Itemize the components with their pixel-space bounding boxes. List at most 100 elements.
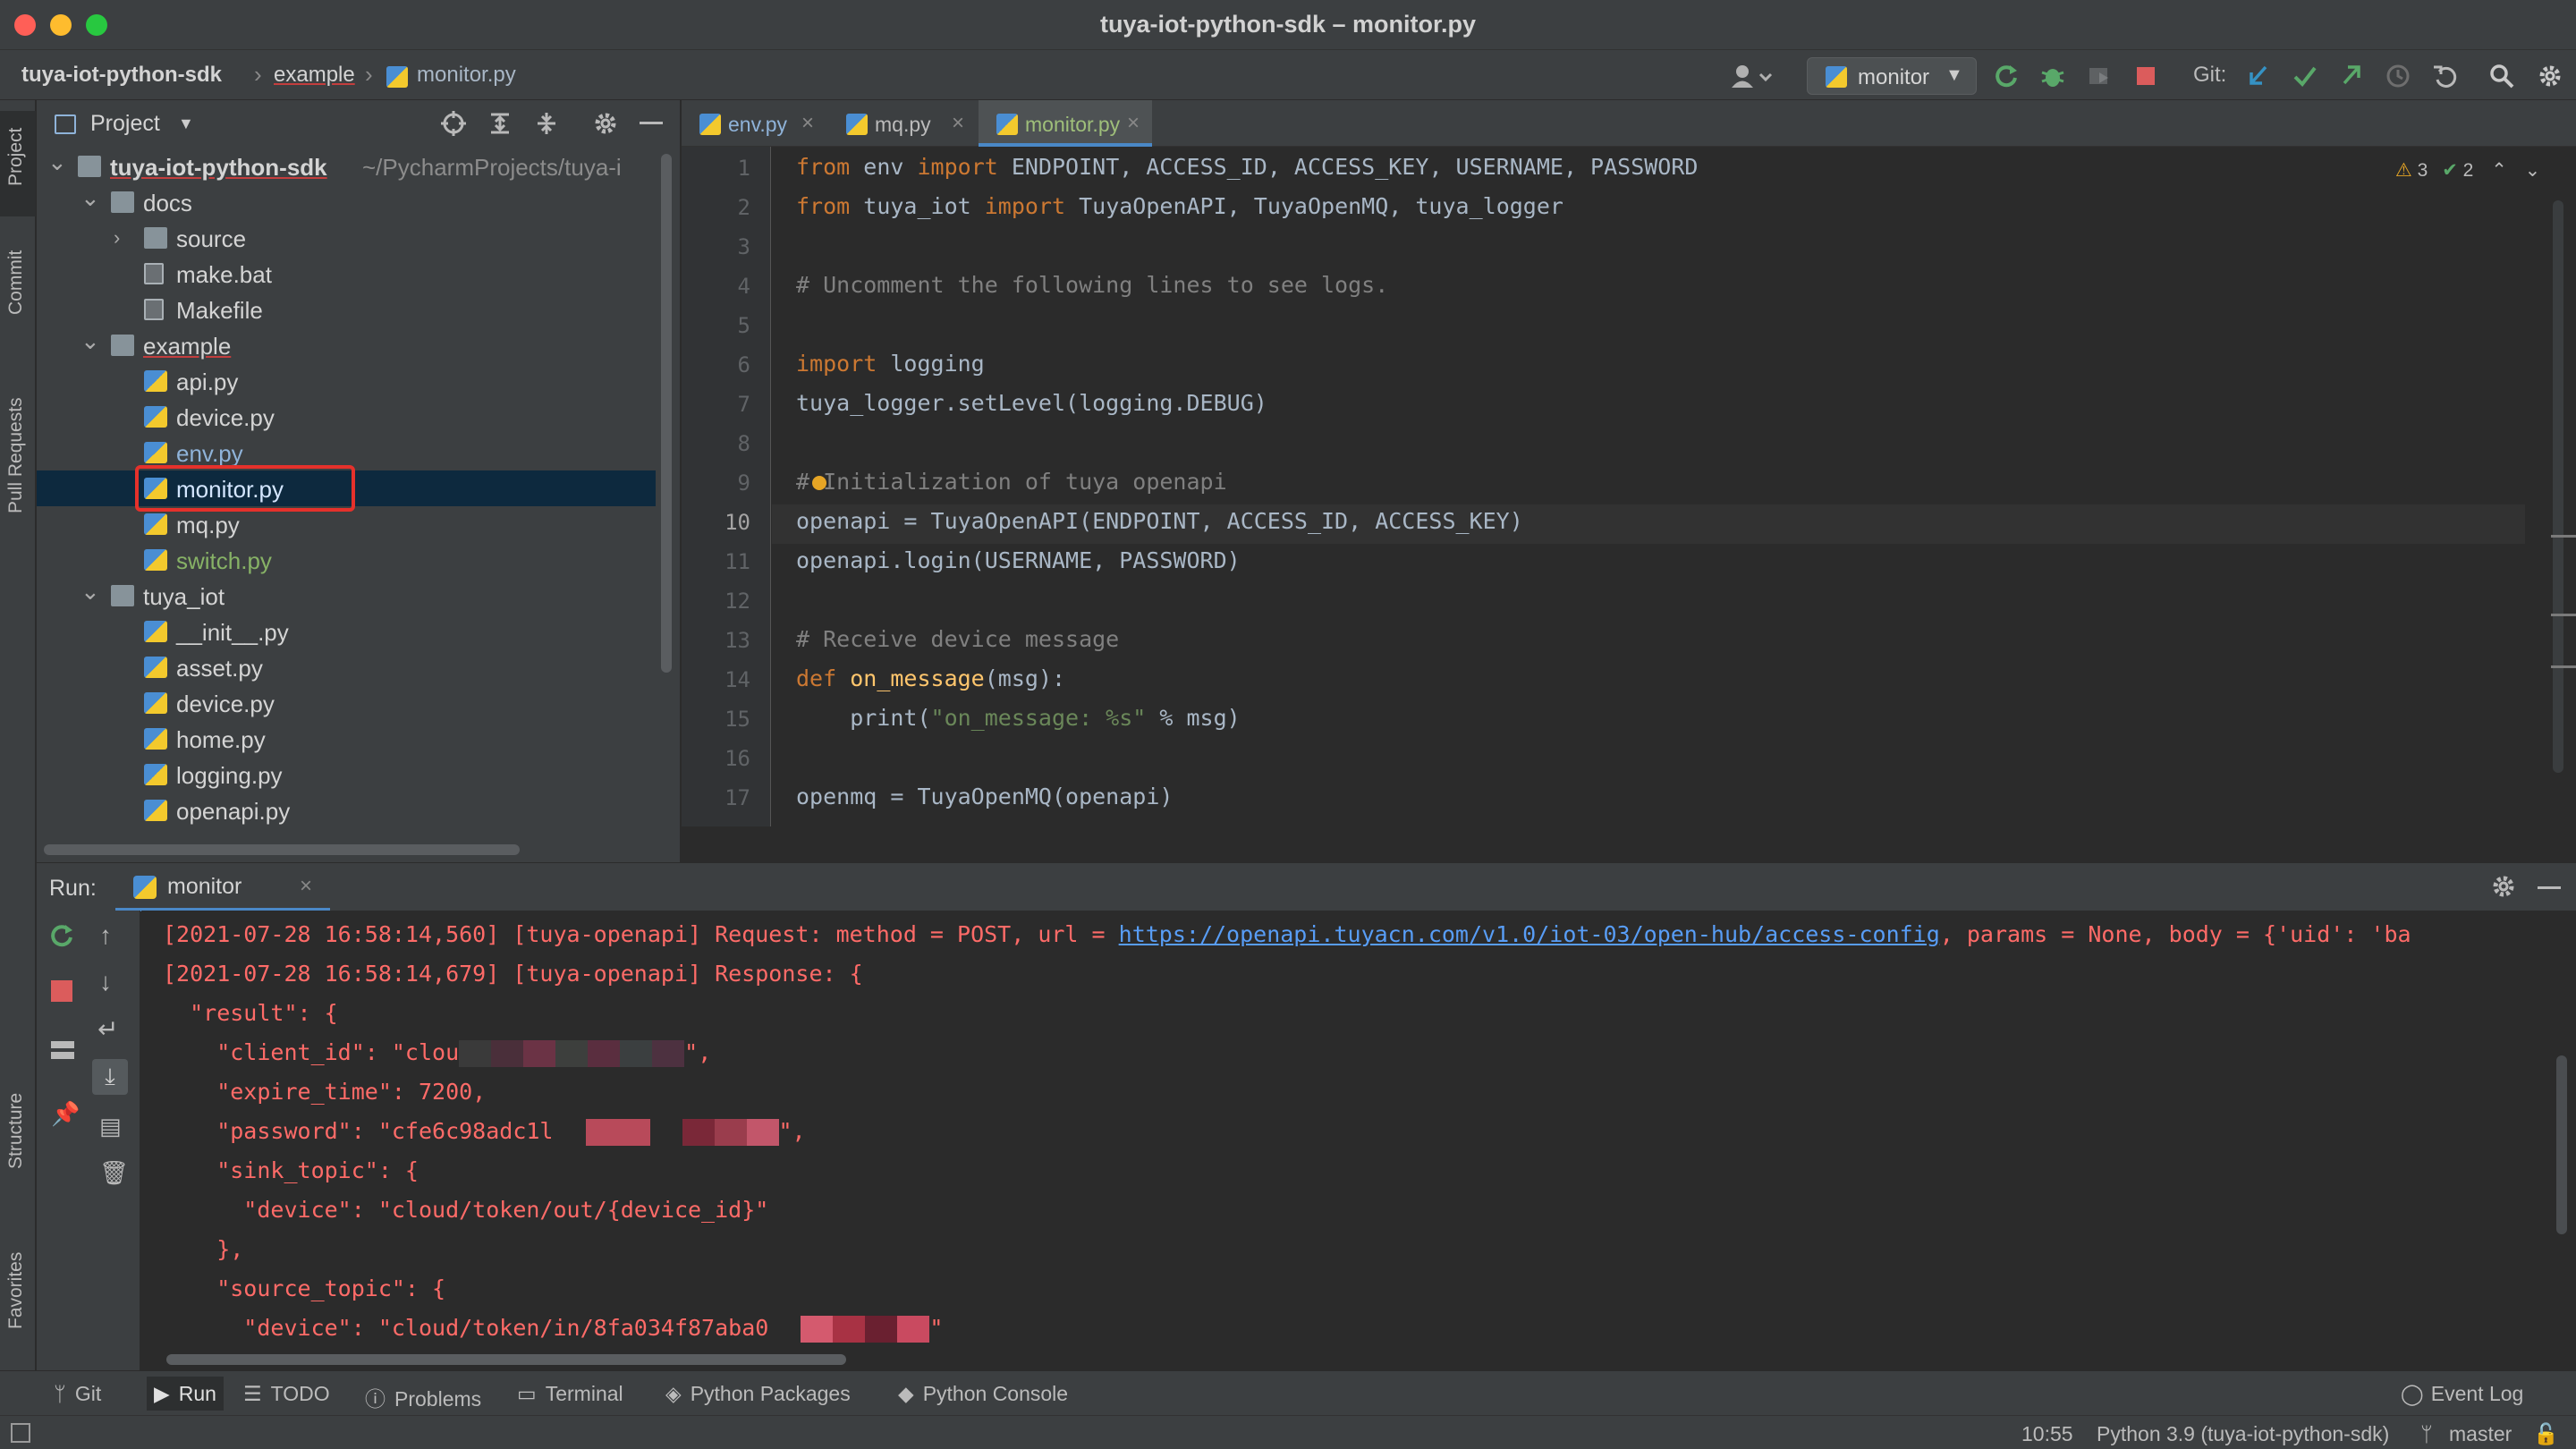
- tab-favorites[interactable]: Favorites: [5, 1252, 27, 1329]
- tab-pull-requests[interactable]: Pull Requests: [5, 397, 27, 513]
- tool-window-todo[interactable]: ☰ TODO: [243, 1382, 330, 1406]
- code-line[interactable]: def on_message(msg):: [796, 665, 1065, 691]
- tree-item-makefile[interactable]: Makefile: [37, 292, 656, 327]
- tree-item-tuya-iot[interactable]: ⌄ tuya_iot: [37, 578, 656, 614]
- close-icon[interactable]: ×: [300, 874, 312, 899]
- code-editor[interactable]: 1 2 3 4 5 6 7 8 9 10 11 12 13 14 15 16 17 from env impor…: [682, 147, 2576, 826]
- editor-vertical-scrollbar[interactable]: [2553, 200, 2563, 773]
- scroll-to-end-icon[interactable]: ⤓: [92, 1059, 128, 1095]
- tree-horizontal-scrollbar[interactable]: [44, 844, 520, 855]
- run-tab-monitor[interactable]: monitor ×: [115, 863, 330, 911]
- tree-item-openapi-py[interactable]: openapi.py: [37, 792, 656, 828]
- tree-item-tuya-iot-python-sdk[interactable]: ⌄ tuya-iot-python-sdk ~/PycharmProjects/tu…: [37, 148, 656, 184]
- locate-icon[interactable]: [441, 111, 466, 140]
- caret-position[interactable]: 10:55: [2021, 1422, 2073, 1446]
- panel-toggle-icon[interactable]: [11, 1423, 30, 1443]
- debug-icon[interactable]: [2038, 61, 2068, 91]
- code-line[interactable]: # Receive device message: [796, 626, 1119, 652]
- tree-item-switch-py[interactable]: switch.py: [37, 542, 656, 578]
- lock-icon[interactable]: 🔓: [2533, 1422, 2559, 1446]
- git-push-icon[interactable]: [2336, 61, 2367, 91]
- code-line[interactable]: import logging: [796, 351, 985, 377]
- code-line[interactable]: from tuya_iot import TuyaOpenAPI, TuyaOp…: [796, 193, 1563, 219]
- tool-window-git[interactable]: ᛘ Git: [54, 1382, 101, 1406]
- tab-env-py[interactable]: env.py ×: [682, 100, 825, 147]
- console-horizontal-scrollbar[interactable]: [166, 1354, 846, 1365]
- pin-icon[interactable]: 📌: [51, 1100, 80, 1128]
- arrow-down-icon[interactable]: ↓: [99, 968, 112, 996]
- tree-item-device-py[interactable]: device.py: [37, 685, 656, 721]
- tree-item-example[interactable]: ⌄ example: [37, 327, 656, 363]
- settings-gear-icon[interactable]: [2491, 874, 2516, 903]
- hide-panel-icon[interactable]: [640, 122, 663, 124]
- breadcrumb-folder[interactable]: example: [274, 63, 355, 88]
- tree-item-api-py[interactable]: api.py: [37, 363, 656, 399]
- breadcrumb-root[interactable]: tuya-iot-python-sdk: [21, 63, 222, 88]
- tab-project[interactable]: Project: [5, 128, 27, 186]
- tool-window-problems[interactable]: ⓘ Problems: [365, 1382, 481, 1412]
- tab-commit[interactable]: Commit: [5, 250, 27, 315]
- rerun-icon[interactable]: [49, 923, 74, 953]
- tab-mq-py[interactable]: mq.py ×: [828, 100, 975, 147]
- code-line[interactable]: openapi = TuyaOpenAPI(ENDPOINT, ACCESS_I…: [796, 508, 1523, 534]
- history-icon[interactable]: [2383, 61, 2413, 91]
- tree-item-logging-py[interactable]: logging.py: [37, 757, 656, 792]
- chevron-down-icon[interactable]: ⌄: [47, 148, 67, 176]
- console-vertical-scrollbar[interactable]: [2556, 1055, 2567, 1234]
- close-icon[interactable]: ×: [952, 111, 964, 136]
- code-line[interactable]: # Initialization of tuya openapi: [796, 469, 1227, 495]
- arrow-up-icon[interactable]: ↑: [99, 921, 112, 950]
- coverage-icon[interactable]: [2084, 61, 2114, 91]
- soft-wrap-icon[interactable]: ↵: [97, 1014, 118, 1044]
- breadcrumb-file[interactable]: monitor.py: [417, 63, 516, 88]
- collapse-all-icon[interactable]: [534, 111, 559, 140]
- code-line[interactable]: print("on_message: %s" % msg): [796, 705, 1241, 731]
- git-branch[interactable]: master: [2449, 1422, 2512, 1446]
- code-line[interactable]: tuya_logger.setLevel(logging.DEBUG): [796, 390, 1267, 416]
- tool-window-python-packages[interactable]: ◈ Python Packages: [665, 1382, 851, 1406]
- chevron-down-icon[interactable]: ⌄: [80, 184, 100, 212]
- trash-icon[interactable]: 🗑: [99, 1159, 129, 1187]
- tree-item--init-py[interactable]: __init__.py: [37, 614, 656, 649]
- python-interpreter[interactable]: Python 3.9 (tuya-iot-python-sdk): [2097, 1422, 2389, 1446]
- user-icon[interactable]: [1726, 61, 1780, 91]
- rollback-icon[interactable]: [2429, 61, 2460, 91]
- chevron-down-icon[interactable]: ⌄: [2525, 160, 2541, 181]
- tab-monitor-py[interactable]: monitor.py ×: [979, 100, 1152, 147]
- code-line[interactable]: openapi.login(USERNAME, PASSWORD): [796, 547, 1241, 573]
- tree-item-monitor-py[interactable]: monitor.py: [37, 465, 656, 512]
- code-line[interactable]: from env import ENDPOINT, ACCESS_ID, ACC…: [796, 154, 1698, 180]
- tree-item-home-py[interactable]: home.py: [37, 721, 656, 757]
- tree-item-asset-py[interactable]: asset.py: [37, 649, 656, 685]
- tool-window-terminal[interactable]: ▭ Terminal: [517, 1382, 623, 1406]
- run-console-output[interactable]: [2021-07-28 16:58:14,560] [tuya-openapi]…: [141, 911, 2576, 1370]
- tool-window-python-console[interactable]: ◆ Python Console: [898, 1382, 1068, 1406]
- tree-item-docs[interactable]: ⌄ docs: [37, 184, 656, 220]
- rerun-icon[interactable]: [1991, 61, 2021, 91]
- layout-icon[interactable]: [51, 1041, 74, 1059]
- tree-item-make-bat[interactable]: make.bat: [37, 256, 656, 292]
- project-panel-title[interactable]: Project: [90, 111, 160, 137]
- chevron-down-icon[interactable]: ⌄: [80, 327, 100, 355]
- tool-window-run[interactable]: ▶ Run: [147, 1377, 224, 1411]
- git-commit-icon[interactable]: [2290, 61, 2320, 91]
- close-icon[interactable]: ×: [801, 111, 814, 136]
- git-update-icon[interactable]: [2243, 61, 2274, 91]
- chevron-down-icon[interactable]: ▼: [178, 114, 194, 133]
- search-icon[interactable]: [2487, 61, 2517, 91]
- tree-item-source[interactable]: › source: [37, 220, 656, 256]
- caret-bulb-icon[interactable]: [812, 476, 826, 490]
- stop-icon[interactable]: [51, 980, 72, 1002]
- chevron-up-icon[interactable]: ⌃: [2491, 160, 2507, 181]
- tree-item-mq-py[interactable]: mq.py: [37, 506, 656, 542]
- hide-panel-icon[interactable]: [2538, 886, 2561, 889]
- chevron-right-icon[interactable]: ›: [114, 226, 120, 250]
- settings-gear-icon[interactable]: [593, 111, 618, 140]
- tree-item-device-py[interactable]: device.py: [37, 399, 656, 435]
- stop-icon[interactable]: [2131, 61, 2161, 91]
- settings-gear-icon[interactable]: [2535, 61, 2565, 91]
- close-icon[interactable]: ×: [1127, 111, 1140, 136]
- tree-vertical-scrollbar[interactable]: [661, 154, 672, 673]
- expand-all-icon[interactable]: [487, 111, 513, 140]
- event-log-button[interactable]: ◯ Event Log: [2401, 1382, 2523, 1406]
